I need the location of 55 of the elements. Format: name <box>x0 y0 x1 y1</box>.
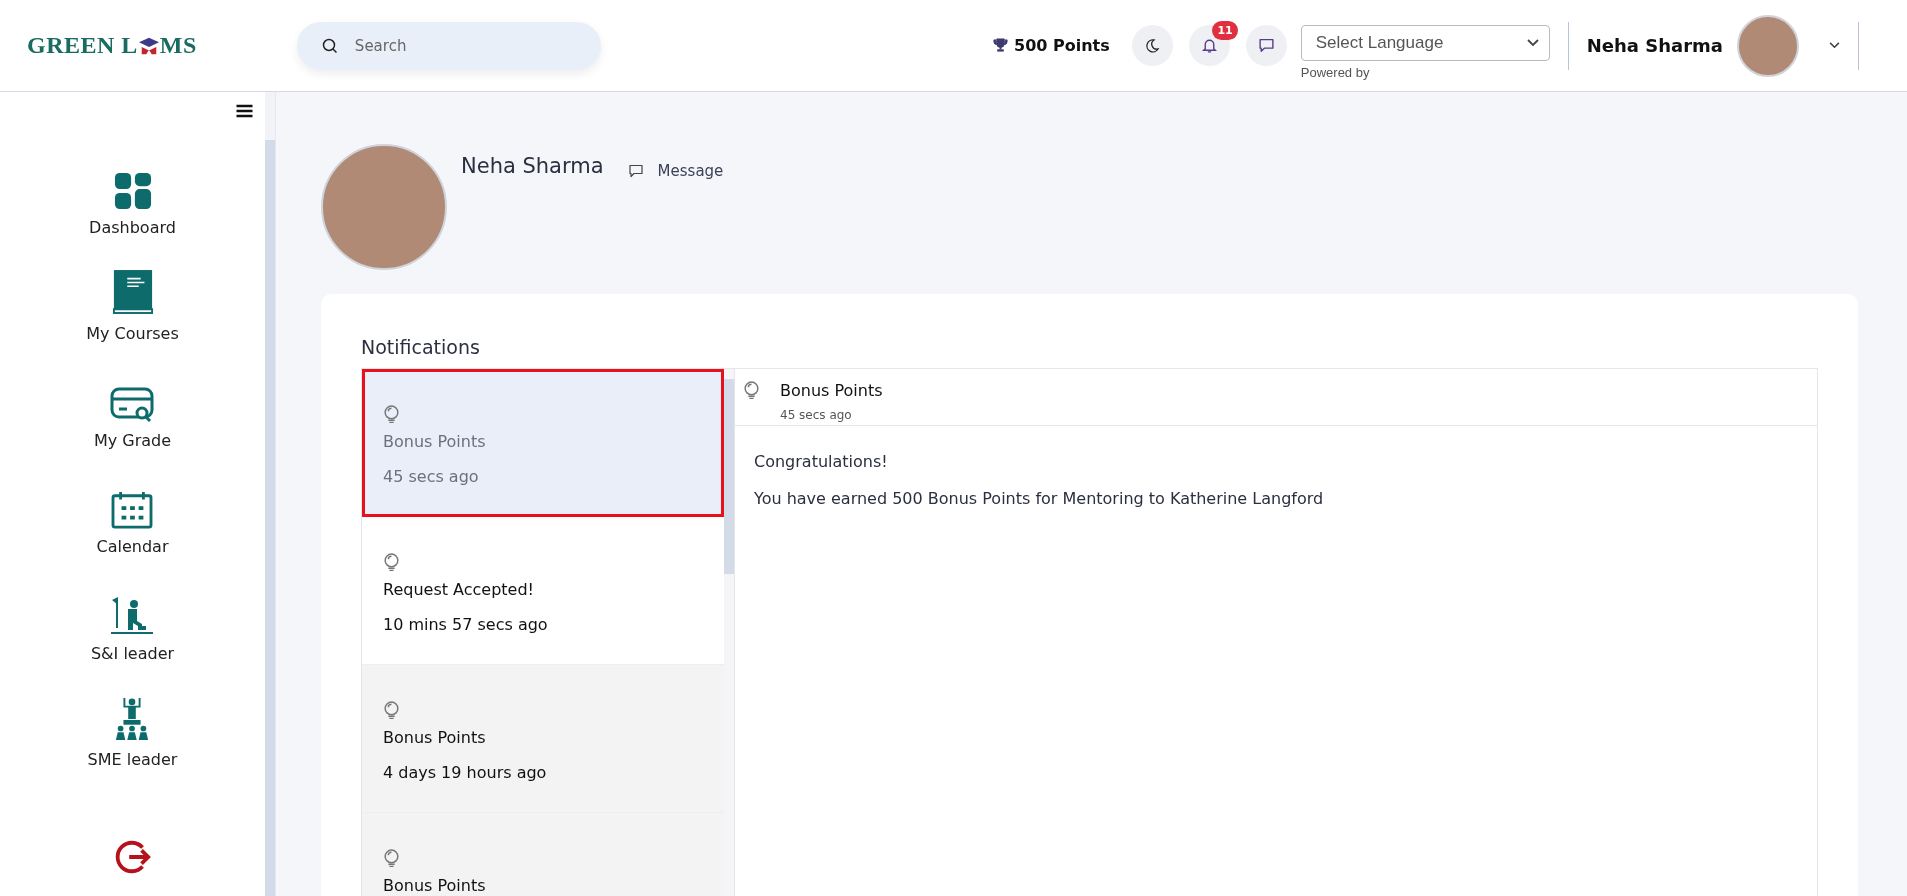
detail-time: 45 secs ago <box>780 408 853 422</box>
chat-icon <box>1257 37 1275 54</box>
profile-name: Neha Sharma <box>461 154 604 178</box>
detail-title: Bonus Points <box>780 381 883 400</box>
scrollbar[interactable] <box>724 369 734 896</box>
logo[interactable]: GREEN L MS <box>27 32 197 59</box>
card-search-icon <box>110 386 155 423</box>
messages-button[interactable] <box>1245 25 1287 66</box>
chevron-down-icon <box>1526 39 1539 47</box>
notification-item[interactable]: Bonus Points <box>362 813 724 896</box>
lightbulb-icon <box>383 849 400 868</box>
graduation-cap-icon <box>137 36 160 56</box>
notification-time: 4 days 19 hours ago <box>383 763 548 782</box>
notification-time: 10 mins 57 secs ago <box>383 615 549 634</box>
lightbulb-icon <box>383 405 400 424</box>
sidebar-item[interactable]: My Grade <box>93 363 172 470</box>
lightbulb-icon <box>383 701 400 720</box>
section-title: Notifications <box>361 336 481 358</box>
language-select[interactable]: Select Language <box>1300 25 1550 61</box>
notification-item[interactable]: Bonus Points 4 days 19 hours ago <box>362 665 724 813</box>
points-label: 500 Points <box>1014 36 1110 55</box>
chat-icon <box>627 163 644 179</box>
sidebar-item[interactable]: Calendar <box>96 469 169 577</box>
sidebar-item[interactable]: Dashboard <box>89 150 176 257</box>
notification-title: Request Accepted! <box>383 580 536 599</box>
dark-mode-button[interactable] <box>1131 25 1173 66</box>
notifications-button[interactable] <box>1188 25 1230 66</box>
notification-title: Bonus Points <box>383 876 487 895</box>
sidebar-item[interactable]: S&I leader <box>90 576 175 683</box>
lightbulb-icon <box>383 553 400 572</box>
detail-greeting: Congratulations! <box>754 452 889 471</box>
menu-icon[interactable] <box>236 104 253 118</box>
lightbulb-icon <box>743 381 760 400</box>
chevron-down-icon[interactable] <box>1829 42 1840 49</box>
climber-flag-icon <box>110 595 155 636</box>
detail-message: You have earned 500 Bonus Points for Mentoring to Katherine Langford <box>754 489 1325 508</box>
powered-by-text: Powered by <box>1300 65 1371 80</box>
notification-time: 45 secs ago <box>383 467 480 486</box>
bell-icon <box>1200 37 1218 54</box>
sidebar-item[interactable]: SME leader <box>87 682 178 790</box>
calendar-icon <box>111 491 154 530</box>
grid-icon <box>113 171 152 210</box>
moon-icon <box>1144 37 1161 54</box>
scrollbar[interactable] <box>265 92 275 896</box>
message-link[interactable]: Message <box>627 162 724 180</box>
notification-title: Bonus Points <box>383 432 487 451</box>
user-name[interactable]: Neha Sharma <box>1586 35 1723 56</box>
notification-count-badge: 11 <box>1212 21 1238 40</box>
search-icon <box>321 37 338 54</box>
book-icon <box>111 268 154 317</box>
search-field[interactable]: Search <box>296 21 601 70</box>
sidebar-item[interactable]: My Courses <box>86 256 179 364</box>
notification-title: Bonus Points <box>383 728 487 747</box>
notification-item[interactable]: Bonus Points 45 secs ago <box>362 369 724 517</box>
trophy-icon <box>993 38 1009 53</box>
